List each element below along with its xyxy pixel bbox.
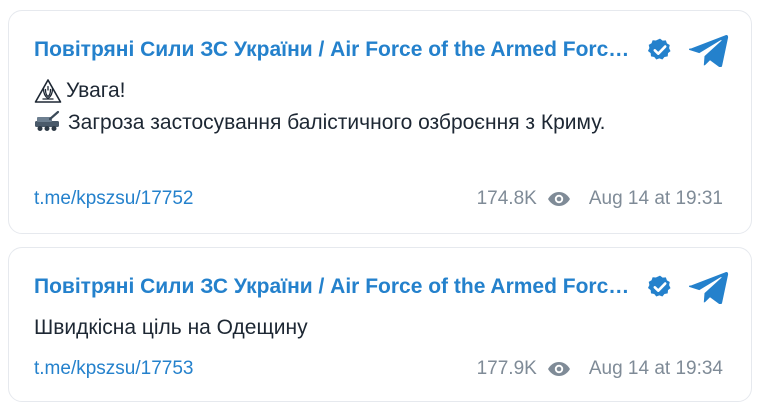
missile-emoji [35, 110, 60, 131]
view-count: 174.8K [476, 188, 537, 209]
channel-name-link[interactable]: Повітряні Сили ЗС України / Air Force of… [34, 275, 635, 299]
post-line-warning: Увага! [34, 75, 721, 107]
post-text: Увага! Загроза застосування балістичного… [34, 75, 721, 139]
eye-icon [547, 362, 570, 376]
warning-text: Увага! [66, 79, 126, 102]
threat-text: Загроза застосування балістичного озброє… [68, 111, 606, 134]
telegram-icon[interactable] [689, 270, 729, 304]
post-text: Швидкісна ціль на Одещину [34, 312, 721, 344]
post-link[interactable]: t.me/kpszsu/17752 [34, 188, 477, 210]
post-line-threat: Загроза застосування балістичного озброє… [34, 107, 721, 139]
post-date: Aug 14 at 19:31 [588, 188, 723, 209]
telegram-post-card: Повітряні Сили ЗС України / Air Force of… [8, 247, 752, 402]
post-header: Повітряні Сили ЗС України / Air Force of… [34, 33, 729, 67]
verified-badge-icon [647, 275, 671, 297]
post-link[interactable]: t.me/kpszsu/17753 [34, 358, 477, 380]
telegram-post-card: Повітряні Сили ЗС України / Air Force of… [8, 10, 752, 234]
channel-name-link[interactable]: Повітряні Сили ЗС України / Air Force of… [34, 38, 635, 62]
eye-icon [547, 192, 570, 206]
verified-badge-icon [647, 38, 671, 60]
post-header: Повітряні Сили ЗС України / Air Force of… [34, 270, 729, 304]
speed-target-text: Швидкісна ціль на Одещину [34, 316, 308, 339]
telegram-feed: Повітряні Сили ЗС України / Air Force of… [0, 0, 758, 409]
post-date: Aug 14 at 19:34 [588, 358, 723, 379]
view-count: 177.9K [476, 358, 537, 379]
post-footer: t.me/kpszsu/17753 177.9K Aug 14 at 19:34 [34, 356, 723, 382]
warning-emoji [34, 79, 62, 103]
post-footer: t.me/kpszsu/17752 174.8K Aug 14 at 19:31 [34, 186, 723, 212]
telegram-icon[interactable] [689, 33, 729, 67]
